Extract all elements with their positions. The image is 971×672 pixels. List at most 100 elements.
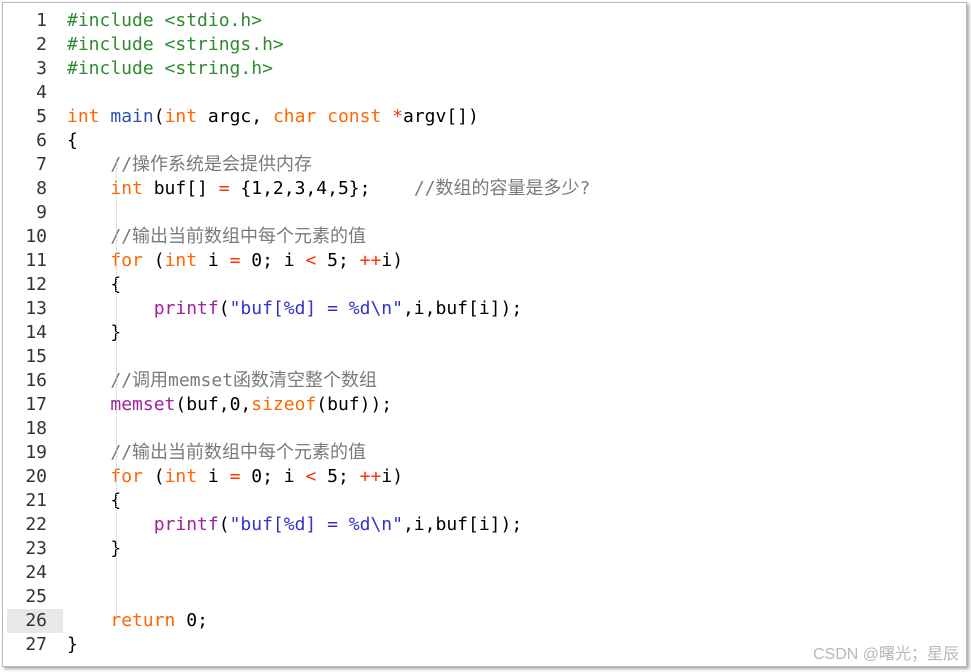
csdn-watermark: CSDN @曙光；星辰 <box>812 646 959 663</box>
code-line[interactable]: 1 #include <stdio.h> <box>3 9 966 33</box>
code-token: < <box>305 466 317 487</box>
line-code: printf("buf[%d] = %d\n",i,buf[i]); <box>67 297 522 321</box>
line-code: } <box>67 633 78 657</box>
line-gutter: 22 <box>7 513 63 537</box>
line-number: 9 <box>36 202 47 223</box>
line-gutter: 3 <box>7 57 63 81</box>
line-gutter: 16 <box>7 369 63 393</box>
code-line[interactable]: 4 <box>3 81 966 105</box>
line-code: //输出当前数组中每个元素的值 <box>67 441 366 465</box>
code-token: printf <box>153 298 219 319</box>
code-token: ,i,buf[i]); <box>402 514 523 535</box>
code-line[interactable]: 23 } <box>3 537 966 561</box>
line-number: 5 <box>36 106 47 127</box>
code-token: argv[]) <box>403 106 479 127</box>
line-code: //操作系统是会提供内存 <box>67 153 312 177</box>
code-token: buf[] <box>142 178 219 199</box>
code-line[interactable]: 26 return 0; <box>3 609 966 633</box>
code-line[interactable]: 21 { <box>3 489 966 513</box>
line-gutter: 24 <box>7 561 63 585</box>
code-line[interactable]: 18 <box>3 417 966 441</box>
line-gutter: 12 <box>7 273 63 297</box>
code-line[interactable]: 12 { <box>3 273 966 297</box>
line-code: #include <stdio.h> <box>67 9 262 33</box>
code-token: (buf)); <box>316 394 393 415</box>
code-token: int <box>164 106 198 127</box>
line-number: 25 <box>25 586 47 607</box>
code-token: //输出当前数组中每个元素的值 <box>110 226 367 247</box>
code-token: argc, <box>197 106 273 127</box>
code-line[interactable]: 22 printf("buf[%d] = %d\n",i,buf[i]); <box>3 513 966 537</box>
code-token: main <box>110 106 154 127</box>
line-gutter: 10 <box>7 225 63 249</box>
line-gutter: 8 <box>7 177 63 201</box>
code-token: ( <box>153 106 165 127</box>
code-token: "buf[%d] = %d\n" <box>229 514 403 535</box>
code-line[interactable]: 25 <box>3 585 966 609</box>
code-line[interactable]: 17 memset(buf,0,sizeof(buf)); <box>3 393 966 417</box>
code-line[interactable]: 6{ <box>3 129 966 153</box>
code-line[interactable]: 20 for (int i = 0; i < 5; ++i) <box>3 465 966 489</box>
code-token: #include <strings.h> <box>67 34 284 55</box>
code-line[interactable]: 19 //输出当前数组中每个元素的值 <box>3 441 966 465</box>
line-number: 24 <box>25 562 47 583</box>
code-line[interactable]: 7 //操作系统是会提供内存 <box>3 153 966 177</box>
code-token: "buf[%d] = %d\n" <box>229 298 403 319</box>
line-code: //调用memset函数清空整个数组 <box>67 369 377 393</box>
code-token: { <box>67 274 122 295</box>
line-code: int main(int argc, char const *argv[]) <box>67 105 479 129</box>
code-token: int <box>164 250 198 271</box>
line-number: 18 <box>25 418 47 439</box>
code-line[interactable]: 5 int main(int argc, char const *argv[]) <box>3 105 966 129</box>
code-line[interactable]: 2 #include <strings.h> <box>3 33 966 57</box>
line-number: 4 <box>36 82 47 103</box>
line-gutter: 18 <box>7 417 63 441</box>
line-gutter: 14 <box>7 321 63 345</box>
line-gutter: 15 <box>7 345 63 369</box>
code-line[interactable]: 15 <box>3 345 966 369</box>
code-token: char const <box>272 106 382 127</box>
code-token: //数组的容量是多少? <box>413 178 591 199</box>
line-code: { <box>67 129 78 153</box>
code-token: #include <stdio.h> <box>67 10 263 31</box>
line-gutter: 23 <box>7 537 63 561</box>
code-token: { <box>67 490 122 511</box>
code-token: } <box>67 634 78 655</box>
line-gutter: 5 <box>7 105 63 129</box>
line-code: return 0; <box>67 609 208 633</box>
code-line[interactable]: 11 for (int i = 0; i < 5; ++i) <box>3 249 966 273</box>
line-number: 23 <box>25 538 47 559</box>
code-token: i <box>197 250 230 271</box>
code-line[interactable]: 3 #include <string.h> <box>3 57 966 81</box>
code-line[interactable]: 16 //调用memset函数清空整个数组 <box>3 369 966 393</box>
code-line[interactable]: 14 } <box>3 321 966 345</box>
code-token: ( <box>142 250 165 271</box>
code-token: return <box>110 610 176 631</box>
line-gutter: 2 <box>7 33 63 57</box>
code-token: sizeof <box>251 394 317 415</box>
code-line[interactable]: 13 printf("buf[%d] = %d\n",i,buf[i]); <box>3 297 966 321</box>
code-token: ( <box>218 514 230 535</box>
code-token: ++ <box>359 250 382 271</box>
line-gutter: 9 <box>7 201 63 225</box>
code-token: //操作系统是会提供内存 <box>110 154 313 175</box>
line-number: 17 <box>25 394 47 415</box>
code-line[interactable]: 10 //输出当前数组中每个元素的值 <box>3 225 966 249</box>
line-number: 15 <box>25 346 47 367</box>
code-token: * <box>392 106 403 127</box>
line-number: 21 <box>25 490 47 511</box>
code-token: (buf,0, <box>175 394 252 415</box>
code-token: //调用memset函数清空整个数组 <box>110 370 378 391</box>
code-line[interactable]: 24 <box>3 561 966 585</box>
code-token: = <box>229 466 241 487</box>
code-line[interactable]: 9 <box>3 201 966 225</box>
line-gutter: 13 <box>7 297 63 321</box>
line-code: printf("buf[%d] = %d\n",i,buf[i]); <box>67 513 522 537</box>
line-gutter: 27 <box>7 633 63 657</box>
code-line[interactable]: 8 int buf[] = {1,2,3,4,5}; //数组的容量是多少? <box>3 177 966 201</box>
